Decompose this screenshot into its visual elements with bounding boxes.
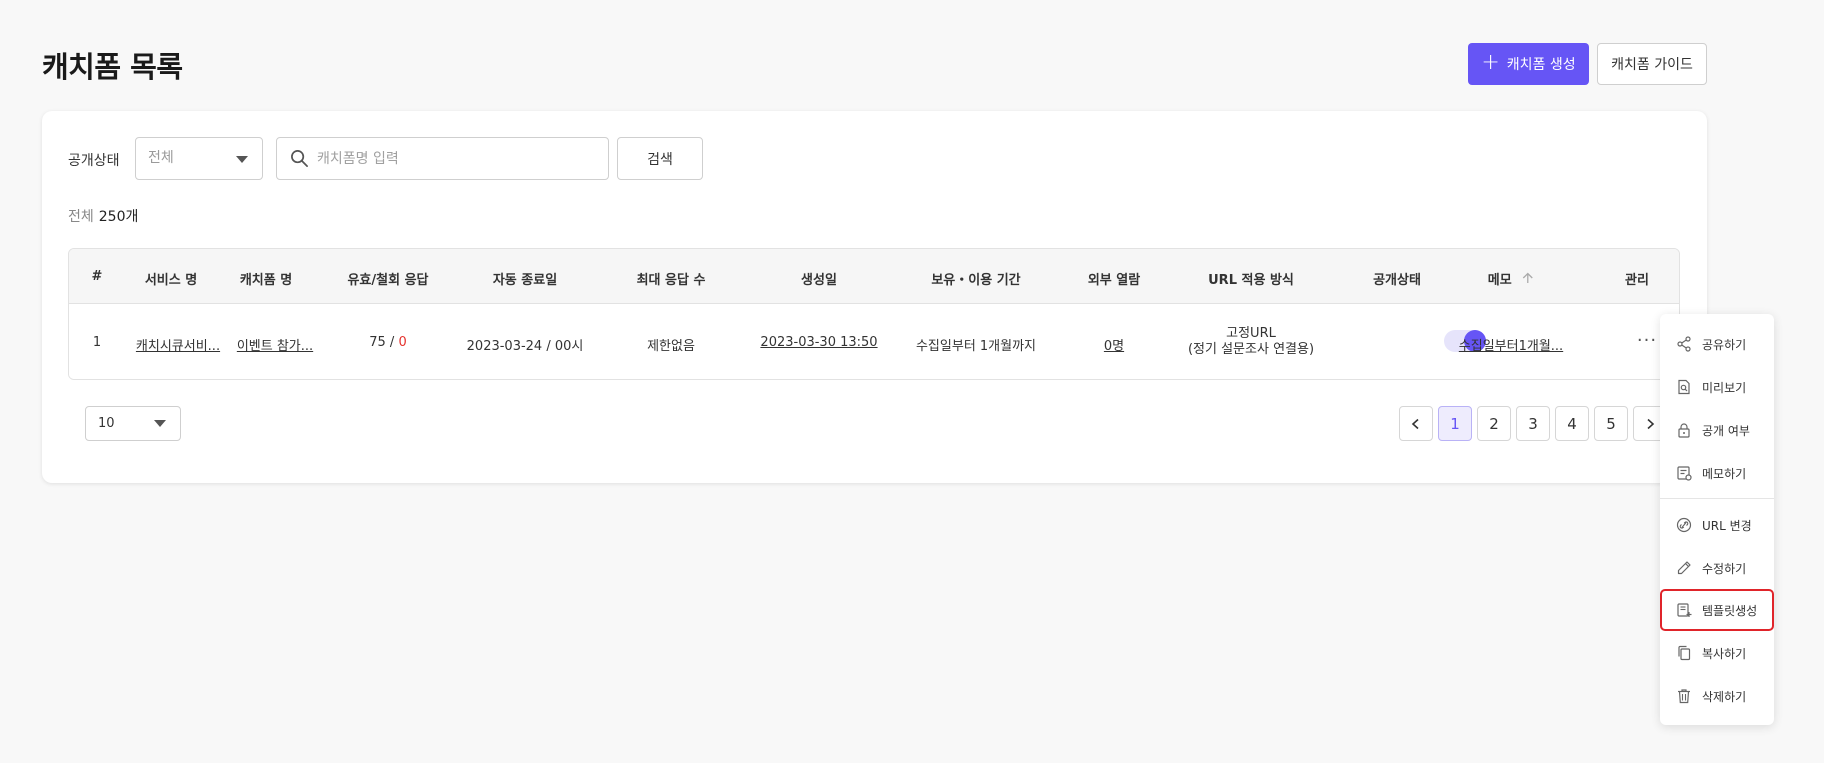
preview-icon [1678,379,1690,395]
pencil-icon [1677,561,1691,575]
share-icon [1677,336,1691,352]
menu-item-edit[interactable]: 수정하기 [1660,548,1774,588]
memo-icon [1677,466,1692,481]
menu-item-copy[interactable]: 복사하기 [1660,633,1774,673]
column-header-retention: 보유・이용 기간 [931,273,1021,288]
column-header-responses: 유효/철회 응답 [347,273,429,288]
url-method-line2: (정기 설문조사 연결용) [1187,342,1315,357]
menu-item-label: 공개 여부 [1702,423,1750,438]
total-count-label: 전체 [68,209,94,225]
page-size-select[interactable]: 10 [85,406,181,441]
auto-end-date: 2023-03-24 / 00시 [466,339,584,354]
form-guide-button[interactable]: 캐치폼 가이드 [1597,43,1707,85]
external-view-link[interactable]: 0명 [1104,335,1124,354]
menu-item-public-status[interactable]: 공개 여부 [1660,410,1774,450]
pagination: 1 2 3 4 5 [1399,406,1667,441]
more-options-icon[interactable]: ··· [1637,332,1657,350]
column-header-public-status: 공개상태 [1373,273,1421,288]
menu-item-preview[interactable]: 미리보기 [1660,367,1774,407]
page-button-5[interactable]: 5 [1594,406,1628,441]
form-name-link[interactable]: 이벤트 참가... [237,335,313,354]
chevron-down-icon [236,156,248,163]
page-size-value: 10 [98,416,115,431]
arrow-up-icon [1523,272,1534,283]
memo-header-label: 메모 [1487,273,1512,288]
table-row: 1 캐치시큐서비... 이벤트 참가... 75 / 0 2023-03-24 … [69,304,1679,379]
service-name-link[interactable]: 캐치시큐서비... [136,335,220,354]
column-header-url-method: URL 적용 방식 [1208,273,1294,288]
prev-page-button[interactable] [1399,406,1433,441]
column-header-max-responses: 최대 응답 수 [636,273,706,288]
trash-icon [1678,689,1690,704]
menu-item-label: 수정하기 [1702,561,1747,576]
chevron-right-icon [1647,418,1655,429]
search-input[interactable] [317,138,597,179]
column-header-memo[interactable]: 메모 [1488,269,1534,288]
menu-item-share[interactable]: 공유하기 [1660,324,1774,364]
url-change-icon [1676,517,1692,533]
created-date-link[interactable]: 2023-03-30 13:50 [760,335,877,350]
menu-item-label: 공유하기 [1702,337,1747,352]
valid-count: 75 [369,335,386,350]
form-list-card: 공개상태 전체 검색 전체250개 # 서비스 명 캐치폼 명 유효/철회 응답… [42,111,1707,483]
create-form-button[interactable]: + 캐치폼 생성 [1468,43,1589,85]
menu-item-label: URL 변경 [1702,518,1752,533]
copy-icon [1678,645,1691,661]
total-count-value: 250개 [98,209,139,225]
max-responses: 제한없음 [647,339,695,354]
lock-icon [1678,423,1690,438]
page-button-1[interactable]: 1 [1438,406,1472,441]
status-select-value: 전체 [148,150,174,166]
template-icon [1677,603,1692,617]
chevron-left-icon [1411,418,1419,429]
plus-icon: + [1481,50,1500,75]
menu-item-label: 삭제하기 [1702,689,1747,704]
search-button[interactable]: 검색 [617,137,703,180]
row-number: 1 [92,335,102,350]
withdrawn-count: 0 [398,335,407,350]
response-counts: 75 / 0 [369,335,406,350]
column-header-external-view: 외부 열람 [1087,273,1141,288]
search-icon [291,150,308,167]
page-button-2[interactable]: 2 [1477,406,1511,441]
column-header-auto-end: 자동 종료일 [492,273,558,288]
column-header-form-name: 캐치폼 명 [239,273,293,288]
menu-item-label: 메모하기 [1702,466,1747,481]
column-header-number: # [91,269,103,284]
url-method-line1: 고정URL [1226,326,1276,341]
form-table: # 서비스 명 캐치폼 명 유효/철회 응답 자동 종료일 최대 응답 수 생성… [68,248,1680,380]
page-title: 캐치폼 목록 [42,50,183,84]
page-button-4[interactable]: 4 [1555,406,1589,441]
column-header-created: 생성일 [801,273,837,288]
menu-item-memo[interactable]: 메모하기 [1660,453,1774,493]
chevron-down-icon [154,420,166,427]
menu-item-label: 미리보기 [1702,380,1747,395]
menu-item-create-template[interactable]: 템플릿생성 [1660,589,1774,631]
retention-period: 수집일부터 1개월까지 [915,339,1037,354]
menu-item-label: 복사하기 [1702,646,1747,661]
menu-item-label: 템플릿생성 [1702,603,1758,618]
url-method: 고정URL (정기 설문조사 연결용) [1188,326,1314,358]
row-action-menu: 공유하기 미리보기 공개 여부 메모하기 URL 변경 수정하기 템플릿생성 복… [1660,314,1774,725]
status-filter-label: 공개상태 [68,153,120,169]
total-count: 전체 250개 [68,206,138,226]
menu-divider [1660,498,1774,499]
page-button-3[interactable]: 3 [1516,406,1550,441]
count-separator: / [385,335,399,350]
menu-item-delete[interactable]: 삭제하기 [1660,676,1774,716]
create-form-label: 캐치폼 생성 [1506,57,1576,73]
memo-link[interactable]: 수집일부터1개월... [1459,335,1563,354]
search-box[interactable] [276,137,609,180]
status-select[interactable]: 전체 [135,137,263,180]
table-header: # 서비스 명 캐치폼 명 유효/철회 응답 자동 종료일 최대 응답 수 생성… [69,249,1679,304]
menu-item-url-change[interactable]: URL 변경 [1660,505,1774,545]
column-header-service: 서비스 명 [144,273,198,288]
column-header-manage: 관리 [1625,273,1649,288]
